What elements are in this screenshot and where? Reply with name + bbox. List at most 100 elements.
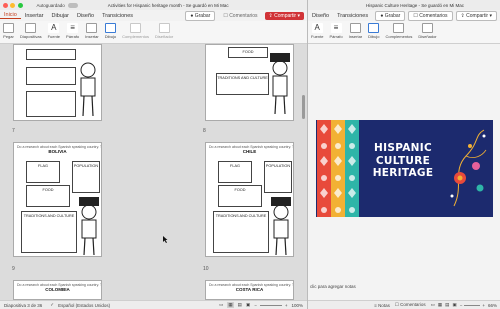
slide-canvas[interactable]: HISPANIC CULTURE HERITAGE — [316, 120, 493, 217]
font-button[interactable]: A Fuente — [45, 23, 63, 39]
insert-label: Insertar — [85, 34, 99, 39]
designer-icon — [158, 23, 170, 33]
tab-insertar[interactable]: Insertar — [21, 13, 48, 19]
country-title: BOLIVIA — [48, 149, 67, 154]
population-label: POPULATION — [73, 164, 99, 168]
font-label: Fuente — [47, 34, 61, 39]
paragraph-label: Párrafo — [329, 34, 343, 39]
zoom-level[interactable]: 66% — [488, 303, 497, 308]
slideshow-view-icon[interactable]: ▣ — [246, 302, 250, 308]
slides-icon — [25, 23, 37, 33]
zoom-out-icon[interactable]: − — [460, 303, 463, 308]
drawing-icon — [368, 23, 380, 33]
reading-view-icon[interactable]: ▤ — [238, 302, 242, 308]
addins-button[interactable]: Complementos — [382, 23, 415, 39]
normal-view-icon[interactable]: ▭ — [219, 302, 223, 308]
worksheet-page-11[interactable]: Do a research about each Spanish speakin… — [13, 280, 102, 300]
share-button[interactable]: ⇪ Compartir ▾ — [455, 10, 497, 21]
font-button[interactable]: A Fuente — [308, 23, 326, 39]
zoom-in-icon[interactable]: + — [482, 303, 485, 308]
worksheet-page-8[interactable]: FOOD TRADITIONS AND CULTURE — [205, 44, 294, 121]
traditions-box: TRADITIONS AND CULTURE — [213, 211, 269, 253]
comments-toggle[interactable]: ☐ Comentarios — [395, 302, 426, 308]
tab-inicio[interactable]: Inicio — [0, 12, 21, 19]
slide-sorter-view-icon[interactable]: ▦ — [227, 302, 234, 308]
spellcheck-icon[interactable]: ✓ — [50, 302, 54, 308]
font-icon: A — [311, 23, 323, 33]
worksheet-box — [26, 67, 76, 85]
menu-tabs: Inicio Insertar Dibujar Diseño Transicio… — [0, 10, 307, 21]
tab-transiciones[interactable]: Transiciones — [333, 13, 372, 19]
food-label: FOOD — [234, 188, 246, 192]
addins-icon — [393, 23, 405, 33]
tab-diseno[interactable]: Diseño — [308, 13, 333, 19]
reading-view-icon[interactable]: ▤ — [445, 302, 449, 308]
left-powerpoint-window: Autoguardado Activities for Hispanic her… — [0, 0, 307, 309]
drawing-icon — [104, 23, 116, 33]
addins-button[interactable]: Complementos — [119, 23, 152, 39]
minimize-window-button[interactable] — [10, 2, 15, 8]
drawing-button[interactable]: Dibujo — [365, 23, 382, 39]
zoom-slider[interactable] — [259, 304, 282, 306]
flag-label: FLAG — [38, 164, 48, 168]
vertical-scrollbar[interactable] — [302, 95, 305, 119]
population-box: POPULATION — [72, 161, 100, 193]
paste-label: Pegar — [3, 34, 14, 39]
drawing-button[interactable]: Dibujo — [102, 23, 119, 39]
traditions-label: TRADITIONS AND CULTURE — [23, 214, 75, 218]
paragraph-label: Párrafo — [66, 34, 80, 39]
paste-button[interactable]: Pegar — [0, 23, 17, 39]
flag-label: FLAG — [230, 164, 240, 168]
autosave-toggle[interactable] — [67, 2, 78, 8]
title-bar: Hispanic Culture Heritage - Se guardó en… — [308, 0, 500, 10]
addins-label: Complementos — [385, 34, 413, 39]
flag-box: FLAG — [218, 161, 252, 183]
zoom-slider[interactable] — [464, 304, 481, 306]
insert-label: Insertar — [348, 34, 363, 39]
language-indicator[interactable]: Español (Estados Unidos) — [58, 303, 110, 308]
insert-icon — [86, 23, 98, 33]
zoom-in-icon[interactable]: + — [285, 303, 288, 308]
status-bar: ≡ Notas ☐ Comentarios ▭ ▦ ▤ ▣ − + 66% — [308, 300, 500, 309]
slide-sorter-view-icon[interactable]: ▦ — [438, 302, 442, 308]
insert-button[interactable]: Insertar — [346, 23, 366, 39]
notes-placeholder[interactable]: clic para agregar notas — [308, 284, 356, 289]
kid-illustration — [79, 197, 99, 256]
normal-view-icon[interactable]: ▭ — [431, 302, 435, 308]
designer-button[interactable]: Diseñador — [415, 23, 439, 39]
comments-button[interactable]: ☐ Comentarios — [219, 12, 261, 20]
zoom-out-icon[interactable]: − — [254, 303, 257, 308]
share-button[interactable]: ⇪ Compartir ▾ — [264, 11, 304, 20]
slides-button[interactable]: Diapositivas — [17, 23, 45, 39]
tab-dibujar[interactable]: Dibujar — [48, 13, 73, 19]
zoom-level[interactable]: 100% — [291, 303, 303, 308]
tab-transiciones[interactable]: Transiciones — [98, 13, 137, 19]
close-window-button[interactable] — [2, 2, 8, 8]
tab-diseno[interactable]: Diseño — [73, 13, 98, 19]
paragraph-button[interactable]: ≡ Párrafo — [326, 23, 345, 39]
paragraph-icon: ≡ — [67, 23, 79, 33]
traditions-box: TRADITIONS AND CULTURE — [21, 211, 77, 253]
slideshow-view-icon[interactable]: ▣ — [452, 302, 456, 308]
worksheet-page-12[interactable]: Do a research about each Spanish speakin… — [205, 280, 294, 300]
mouse-pointer-icon — [163, 236, 168, 243]
worksheet-page-7[interactable] — [13, 44, 102, 121]
designer-label: Diseñador — [418, 34, 437, 39]
right-powerpoint-window: Hispanic Culture Heritage - Se guardó en… — [307, 0, 500, 309]
worksheet-page-9[interactable]: Do a research about each Spanish speakin… — [13, 142, 102, 257]
page-number-7: 7 — [12, 128, 15, 134]
autosave-label: Autoguardado — [36, 2, 65, 8]
designer-button[interactable]: Diseñador — [152, 23, 176, 39]
record-button[interactable]: ● Grabar — [185, 10, 216, 21]
ribbon-toolbar: Pegar Diapositivas A Fuente ≡ Párrafo Inse… — [0, 21, 307, 44]
pattern-decoration — [320, 124, 356, 213]
paragraph-button[interactable]: ≡ Párrafo — [63, 23, 82, 39]
record-button[interactable]: ● Grabar — [375, 10, 406, 21]
worksheet-page-10[interactable]: Do a research about each Spanish speakin… — [205, 142, 294, 257]
insert-button[interactable]: Insertar — [82, 23, 102, 39]
zoom-window-button[interactable] — [17, 2, 23, 8]
comments-button[interactable]: ☐ Comentarios — [408, 10, 453, 21]
kid-illustration — [271, 197, 291, 256]
page-number-9: 9 — [12, 266, 15, 272]
notes-toggle[interactable]: ≡ Notas — [374, 303, 390, 308]
